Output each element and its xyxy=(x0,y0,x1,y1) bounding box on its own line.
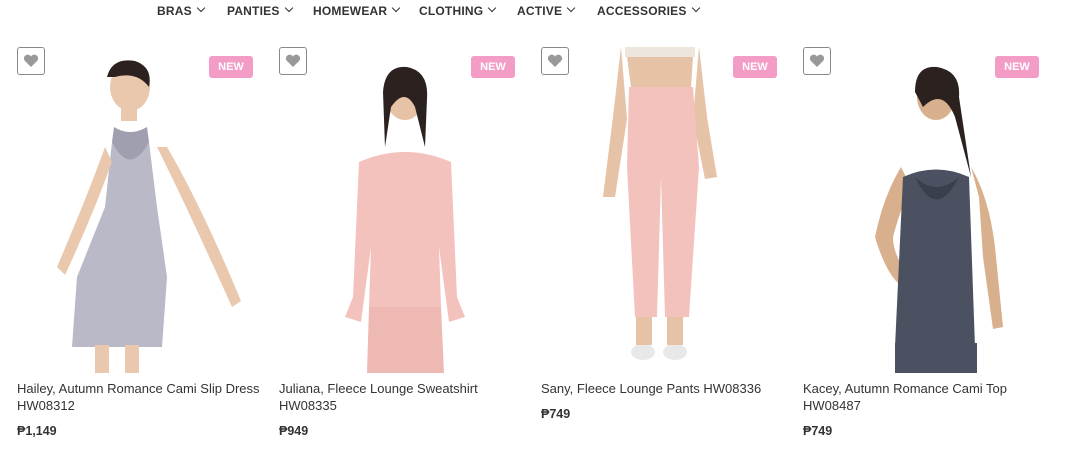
nav-item-panties[interactable]: PANTIES xyxy=(227,3,293,18)
chevron-down-icon xyxy=(488,3,497,13)
chevron-down-icon xyxy=(691,3,700,13)
product-name[interactable]: Kacey, Autumn Romance Cami Top HW08487 xyxy=(803,380,1058,414)
product-photo-cami xyxy=(875,66,1003,373)
main-nav: BRAS PANTIES HOMEWEAR CLOTHING ACTIVE AC… xyxy=(0,0,1080,24)
nav-item-accessories[interactable]: ACCESSORIES xyxy=(597,3,700,18)
product-card[interactable]: NEW Kacey, Autumn Romance Cami Top HW084… xyxy=(803,47,1058,457)
nav-item-label: BRAS xyxy=(157,4,192,18)
chevron-down-icon xyxy=(196,3,206,13)
nav-item-label: CLOTHING xyxy=(419,4,484,18)
nav-item-label: PANTIES xyxy=(227,4,280,18)
product-price: ₱949 xyxy=(279,424,309,438)
nav-item-label: ACCESSORIES xyxy=(597,4,687,18)
product-photo-sweatshirt xyxy=(345,66,465,373)
chevron-down-icon xyxy=(284,3,293,13)
product-price: ₱749 xyxy=(803,424,833,438)
new-badge: NEW xyxy=(471,56,515,78)
chevron-down-icon xyxy=(566,3,576,13)
nav-item-clothing[interactable]: CLOTHING xyxy=(419,3,497,18)
product-price: ₱1,149 xyxy=(17,424,57,438)
wishlist-button[interactable] xyxy=(803,47,831,75)
product-name[interactable]: Hailey, Autumn Romance Cami Slip Dress H… xyxy=(17,380,272,414)
product-image[interactable] xyxy=(541,47,786,373)
wishlist-button[interactable] xyxy=(17,47,45,75)
heart-icon xyxy=(23,54,39,67)
new-badge: NEW xyxy=(995,56,1039,78)
new-badge: NEW xyxy=(209,56,253,78)
product-image[interactable] xyxy=(279,47,524,373)
wishlist-button[interactable] xyxy=(279,47,307,75)
product-card[interactable]: NEW Hailey, Autumn Romance Cami Slip Dre… xyxy=(17,47,272,457)
nav-item-homewear[interactable]: HOMEWEAR xyxy=(313,3,401,18)
product-image[interactable] xyxy=(803,47,1048,373)
heart-icon xyxy=(285,54,301,67)
heart-icon xyxy=(809,54,825,67)
product-image[interactable] xyxy=(17,47,262,373)
nav-item-label: ACTIVE xyxy=(517,4,563,18)
product-card[interactable]: NEW Sany, Fleece Lounge Pants HW08336 ₱7… xyxy=(541,47,796,457)
chevron-down-icon xyxy=(392,3,401,13)
nav-item-label: HOMEWEAR xyxy=(313,4,388,18)
product-photo-pants xyxy=(603,47,717,360)
heart-icon xyxy=(547,54,563,67)
product-name[interactable]: Juliana, Fleece Lounge Sweatshirt HW0833… xyxy=(279,380,534,414)
nav-item-bras[interactable]: BRAS xyxy=(157,3,206,18)
product-card[interactable]: NEW Juliana, Fleece Lounge Sweatshirt HW… xyxy=(279,47,534,457)
product-photo-dress xyxy=(57,60,241,373)
new-badge: NEW xyxy=(733,56,777,78)
product-price: ₱749 xyxy=(541,407,571,421)
wishlist-button[interactable] xyxy=(541,47,569,75)
nav-item-active[interactable]: ACTIVE xyxy=(517,3,576,18)
product-name[interactable]: Sany, Fleece Lounge Pants HW08336 xyxy=(541,380,796,397)
